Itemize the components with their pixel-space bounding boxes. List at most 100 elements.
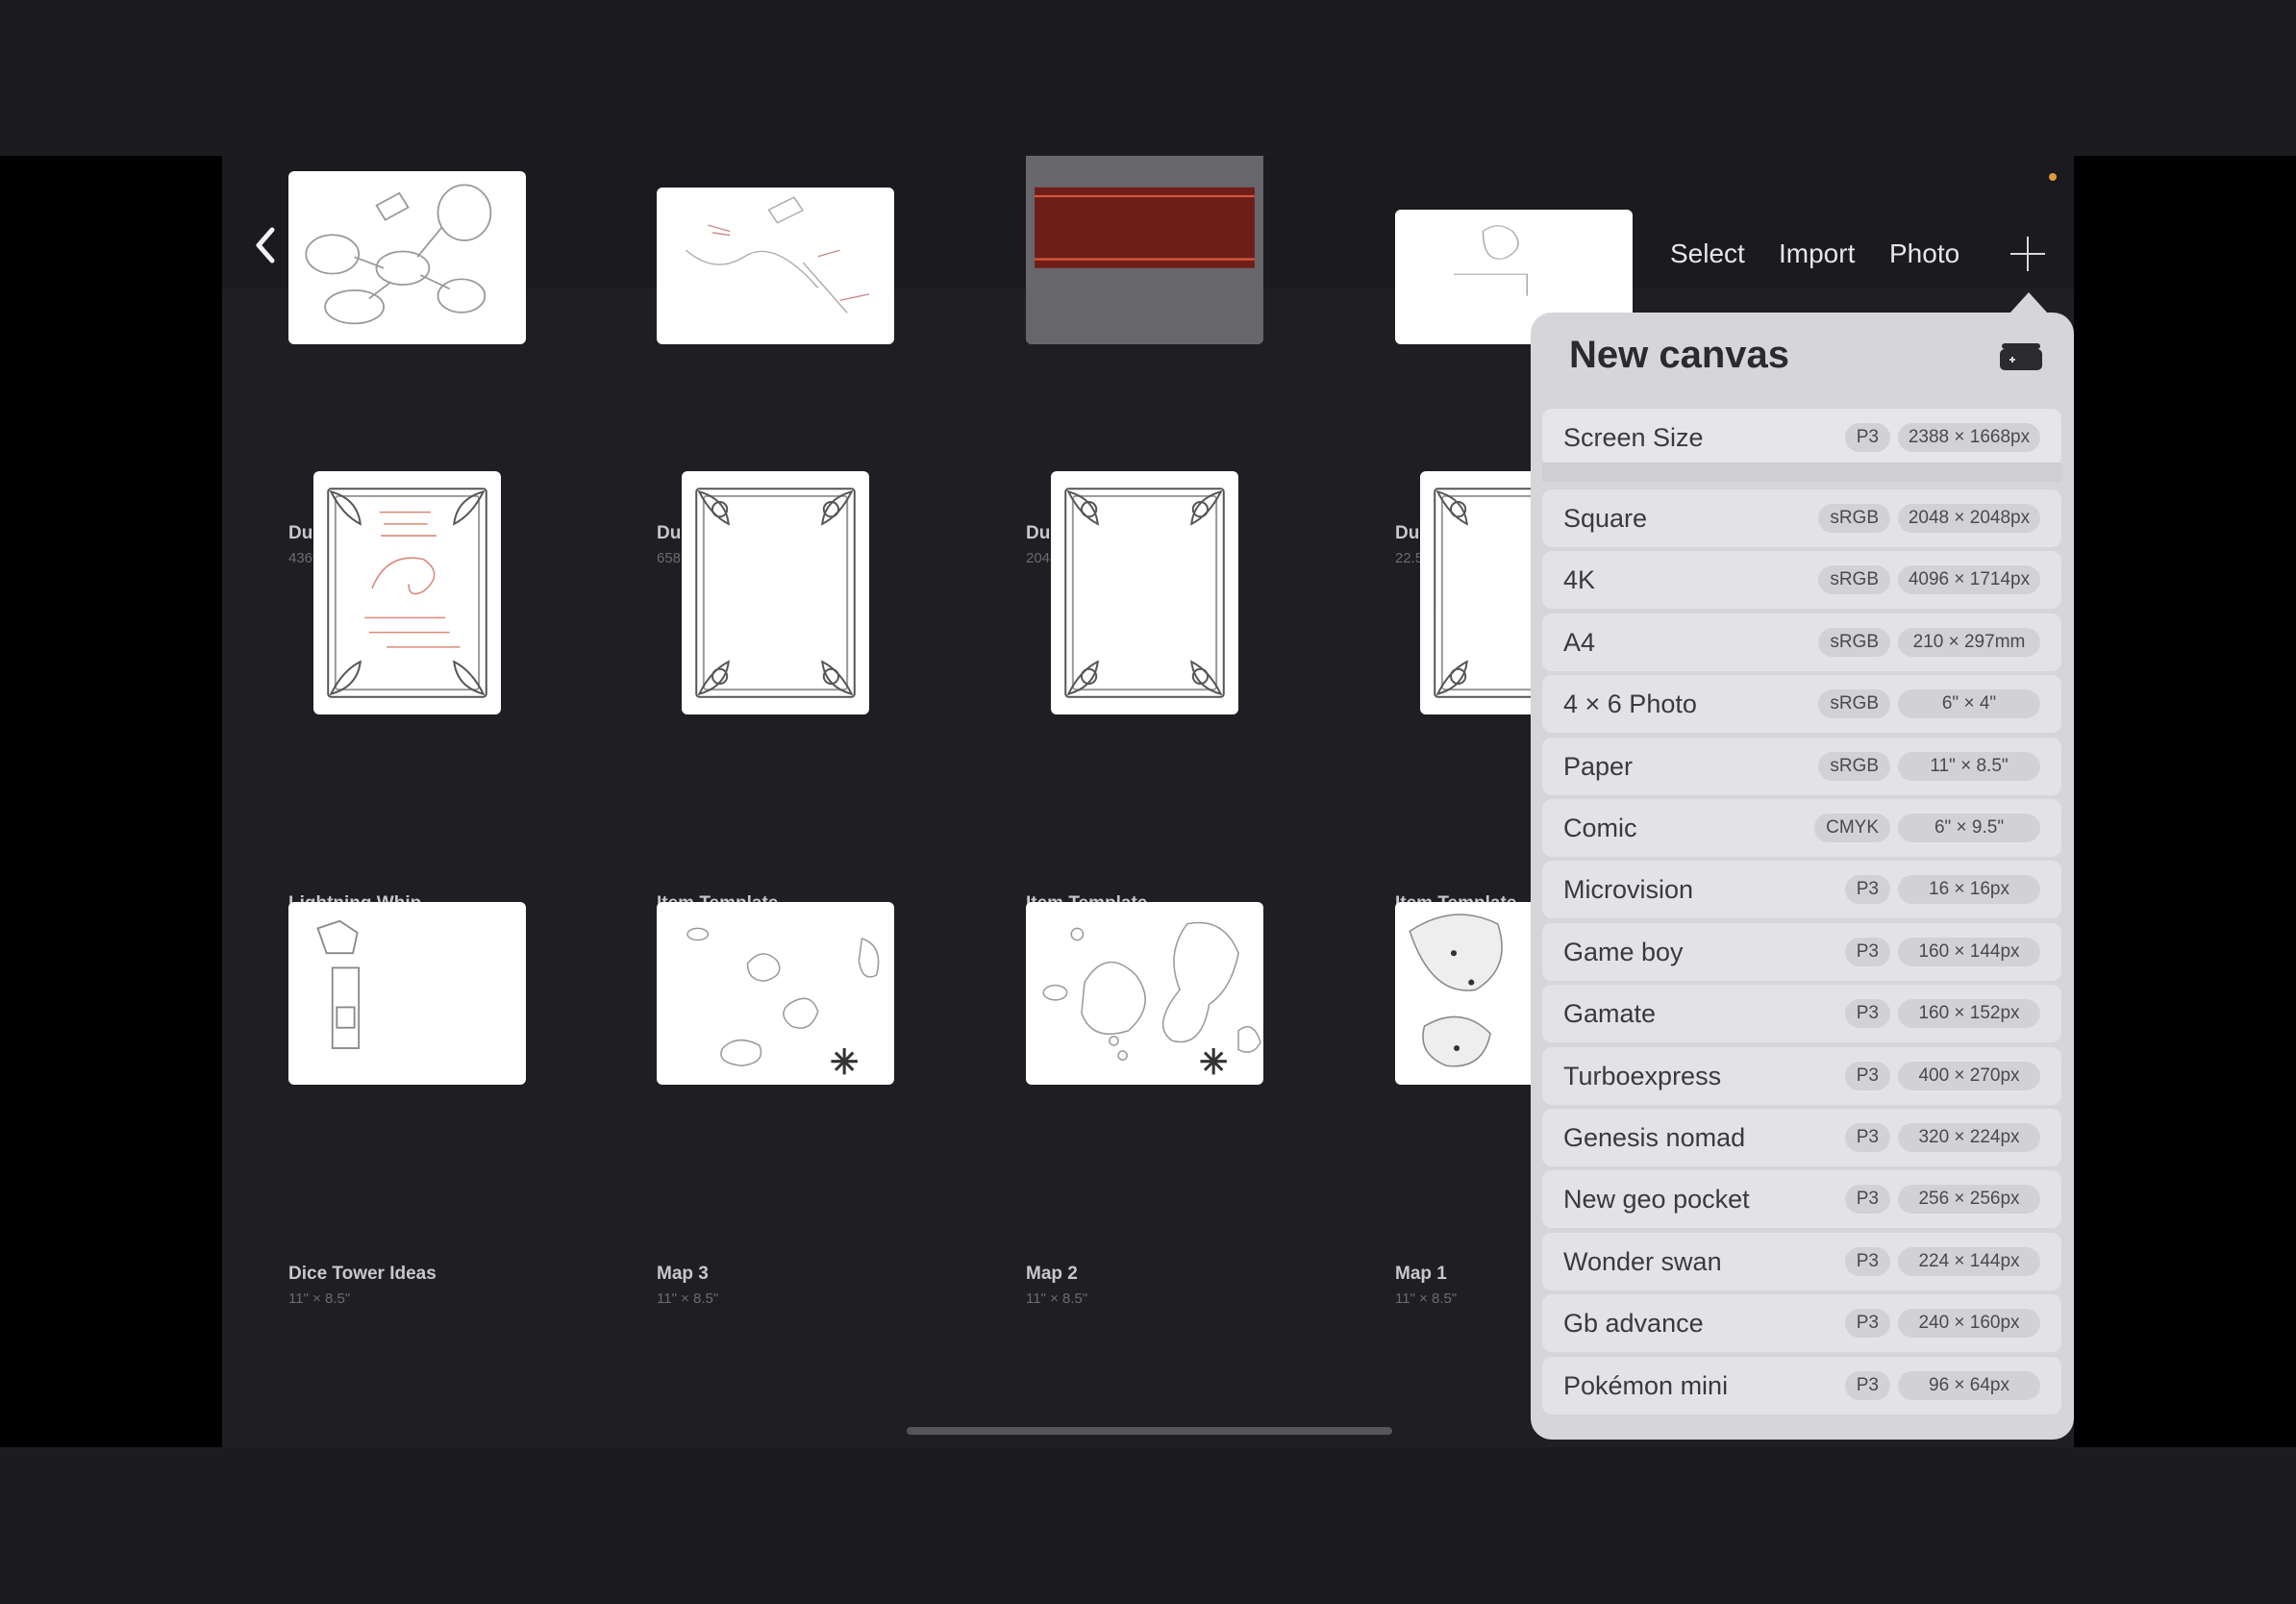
canvas-preset-row[interactable]: Game boy P3 160 × 144px <box>1542 922 2061 981</box>
artwork-thumbnail[interactable] <box>1026 156 1263 344</box>
top-band <box>0 0 2296 156</box>
dimensions-badge: 96 × 64px <box>1898 1370 2040 1400</box>
canvas-preset-row[interactable]: Comic CMYK 6" × 9.5" <box>1542 799 2061 857</box>
preset-name: Game boy <box>1563 937 1684 966</box>
color-space-badge: P3 <box>1844 1370 1890 1400</box>
preset-name: Paper <box>1563 751 1634 781</box>
item-card-drawing <box>1064 488 1225 698</box>
recording-indicator <box>2049 173 2057 181</box>
artwork-name: Dice Tower Ideas <box>288 1264 437 1284</box>
dimensions-badge: 11" × 8.5" <box>1898 751 2040 781</box>
photo-button[interactable]: Photo <box>1889 238 1959 269</box>
canvas-preset-row[interactable]: Turboexpress P3 400 × 270px <box>1542 1046 2061 1105</box>
preset-screen-size[interactable]: Screen Size P3 2388 × 1668px <box>1542 409 2061 466</box>
preset-name: New geo pocket <box>1563 1185 1750 1215</box>
color-space-badge: sRGB <box>1818 627 1890 657</box>
preset-name: Comic <box>1563 814 1637 842</box>
select-button[interactable]: Select <box>1670 238 1745 269</box>
color-space-badge: P3 <box>1844 1309 1890 1339</box>
plus-icon[interactable] <box>2009 235 2047 273</box>
continent-map-drawing <box>1042 921 1261 1075</box>
canvas-preset-row[interactable]: Paper sRGB 11" × 8.5" <box>1542 737 2061 795</box>
color-space-badge: sRGB <box>1818 751 1890 781</box>
artwork-thumbnail[interactable] <box>288 902 526 1085</box>
preset-name: Turboexpress <box>1563 1061 1722 1090</box>
canvas-preset-row[interactable]: Microvision P3 16 × 16px <box>1542 861 2061 919</box>
color-space-badge: sRGB <box>1818 504 1890 533</box>
artwork-dimensions: 11" × 8.5" <box>1026 1291 1088 1307</box>
color-space-badge: P3 <box>1844 423 1890 452</box>
left-letterbox <box>0 156 222 1447</box>
artwork-dimensions: 11" × 8.5" <box>288 1291 351 1307</box>
dimensions-badge: 240 × 160px <box>1898 1309 2040 1339</box>
dimensions-badge: 2388 × 1668px <box>1898 423 2040 452</box>
islands-map-drawing <box>686 927 880 1075</box>
color-space-badge: P3 <box>1844 1246 1890 1276</box>
preset-name: 4 × 6 Photo <box>1563 689 1697 719</box>
dimensions-badge: 160 × 144px <box>1898 937 2040 966</box>
dimensions-badge: 256 × 256px <box>1898 1185 2040 1215</box>
section-divider <box>1542 463 2061 482</box>
canvas-preset-row[interactable]: Wonder swan P3 224 × 144px <box>1542 1232 2061 1291</box>
artwork-thumbnail[interactable] <box>1026 902 1263 1085</box>
canvas-preset-row[interactable]: New geo pocket P3 256 × 256px <box>1542 1170 2061 1229</box>
preset-name: A4 <box>1563 627 1596 657</box>
color-space-badge: P3 <box>1844 999 1890 1029</box>
artwork-thumbnail[interactable] <box>657 188 894 344</box>
artwork-thumbnail[interactable] <box>313 471 501 714</box>
dimensions-badge: 160 × 152px <box>1898 999 2040 1029</box>
preset-name: Genesis nomad <box>1563 1123 1746 1152</box>
dimensions-badge: 4096 × 1714px <box>1898 565 2040 595</box>
preset-name: Gb advance <box>1563 1309 1704 1339</box>
dungeon-sketch-red-drawing <box>685 196 870 313</box>
artwork-name: Map 2 <box>1026 1264 1078 1284</box>
canvas-preset-row[interactable]: 4K sRGB 4096 × 1714px <box>1542 551 2061 610</box>
new-canvas-popover: New canvas Screen Size P3 2388 × 1668px … <box>1531 313 2074 1440</box>
artwork-name: Map 1 <box>1395 1264 1447 1284</box>
right-letterbox <box>2074 156 2296 1447</box>
color-space-badge: P3 <box>1844 1123 1890 1152</box>
artwork-name: Map 3 <box>657 1264 709 1284</box>
dimensions-badge: 16 × 16px <box>1898 875 2040 905</box>
color-space-badge: sRGB <box>1818 689 1890 719</box>
artwork-thumbnail[interactable] <box>682 471 869 714</box>
popover-arrow <box>2009 292 2048 313</box>
canvas-preset-row[interactable]: 4 × 6 Photo sRGB 6" × 4" <box>1542 675 2061 734</box>
preset-name: Gamate <box>1563 999 1657 1029</box>
preset-name: Pokémon mini <box>1563 1370 1729 1400</box>
artwork-thumbnail[interactable] <box>288 171 526 344</box>
canvas-preset-row[interactable]: Pokémon mini P3 96 × 64px <box>1542 1356 2061 1415</box>
dimensions-badge: 400 × 270px <box>1898 1061 2040 1090</box>
preset-name: Square <box>1563 504 1648 533</box>
dimensions-badge: 6" × 4" <box>1898 689 2040 719</box>
import-button[interactable]: Import <box>1779 238 1855 269</box>
color-space-badge: P3 <box>1844 1185 1890 1215</box>
color-space-badge: P3 <box>1844 1061 1890 1090</box>
canvas-preset-row[interactable]: A4 sRGB 210 × 297mm <box>1542 613 2061 671</box>
canvas-preset-row[interactable]: Square sRGB 2048 × 2048px <box>1542 489 2061 547</box>
color-space-badge: CMYK <box>1814 814 1890 842</box>
red-tile-drawing <box>1026 156 1263 344</box>
canvas-preset-row[interactable]: Genesis nomad P3 320 × 224px <box>1542 1109 2061 1166</box>
gallery-screen: DND Select Import Photo Dungeon 34369 × … <box>222 156 2074 1447</box>
preset-name: Wonder swan <box>1563 1246 1722 1276</box>
dimensions-badge: 2048 × 2048px <box>1898 504 2040 533</box>
artwork-thumbnail[interactable] <box>657 902 894 1085</box>
preset-name: Screen Size <box>1563 423 1704 452</box>
color-space-badge: sRGB <box>1818 565 1890 595</box>
bottom-band <box>0 1447 2296 1604</box>
canvas-preset-row[interactable]: Gamate P3 160 × 152px <box>1542 985 2061 1043</box>
scroll-indicator[interactable] <box>907 1427 1392 1435</box>
preset-name: Microvision <box>1563 875 1694 905</box>
dimensions-badge: 320 × 224px <box>1898 1123 2040 1152</box>
item-card-written-drawing <box>327 488 487 698</box>
artwork-dimensions: 11" × 8.5" <box>657 1291 719 1307</box>
artwork-thumbnail[interactable] <box>1051 471 1238 714</box>
dimensions-badge: 6" × 9.5" <box>1898 814 2040 842</box>
popover-title: New canvas <box>1569 334 1790 376</box>
dimensions-badge: 210 × 297mm <box>1898 627 2040 657</box>
dimensions-badge: 224 × 144px <box>1898 1246 2040 1276</box>
canvas-preset-row[interactable]: Gb advance P3 240 × 160px <box>1542 1294 2061 1353</box>
new-canvas-preset-icon[interactable] <box>2000 341 2042 370</box>
dice-tower-drawing <box>316 919 361 1049</box>
